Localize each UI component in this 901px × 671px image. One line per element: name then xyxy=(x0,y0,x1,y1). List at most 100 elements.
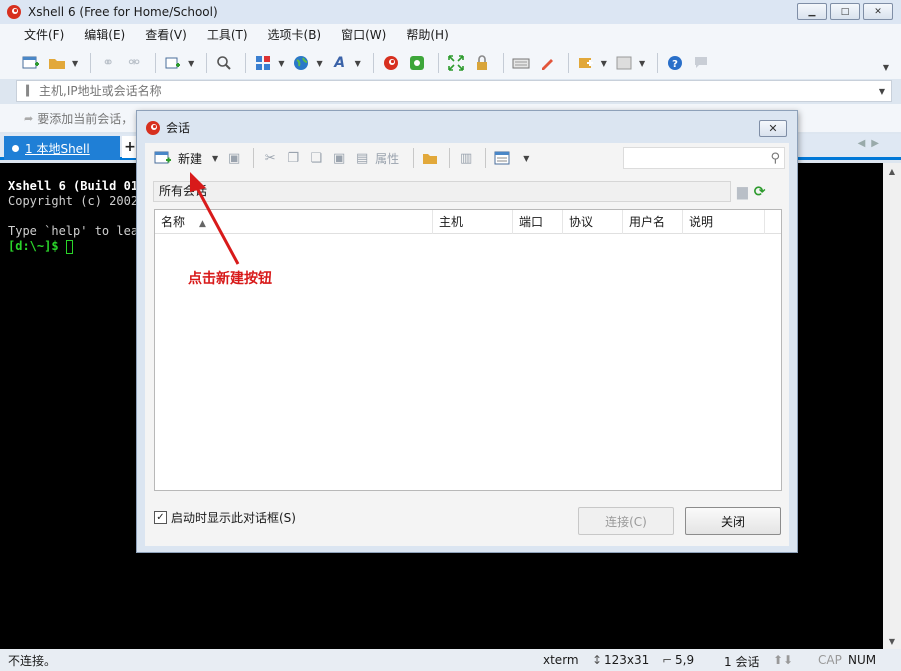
fullscreen-icon[interactable] xyxy=(445,52,467,74)
terminal-cursor xyxy=(65,239,73,254)
chevron-down-icon[interactable]: ▼ xyxy=(72,59,78,68)
column-port[interactable]: 端口 xyxy=(513,210,563,234)
terminal-size: 123x31 xyxy=(604,653,650,667)
column-protocol[interactable]: 协议 xyxy=(563,210,623,234)
toolbar-separator xyxy=(206,53,208,73)
menu-file[interactable]: 文件(F) xyxy=(14,24,74,47)
export-icon[interactable]: ▥ xyxy=(456,148,476,168)
caps-lock-status: CAP xyxy=(818,653,842,667)
terminal-scrollbar[interactable]: ▲ ▼ xyxy=(883,163,901,649)
chevron-down-icon[interactable]: ▼ xyxy=(316,59,322,68)
chevron-down-icon[interactable]: ▼ xyxy=(355,59,361,68)
column-username[interactable]: 用户名 xyxy=(623,210,683,234)
num-lock-status: NUM xyxy=(848,653,877,667)
toolbar-separator xyxy=(372,53,374,73)
sort-asc-icon: ▲ xyxy=(199,219,206,229)
properties-icon[interactable]: ▤ xyxy=(352,148,372,168)
window-title: Xshell 6 (Free for Home/School) xyxy=(28,5,218,19)
chevron-down-icon[interactable]: ▼ xyxy=(639,59,645,68)
folder-icon[interactable]: ▆ xyxy=(737,184,748,200)
view-mode-icon[interactable] xyxy=(492,148,512,168)
tab-local-shell[interactable]: 1 本地Shell xyxy=(4,136,120,160)
toolbar-separator xyxy=(155,53,157,73)
chat-icon[interactable] xyxy=(690,52,712,74)
scroll-up-icon[interactable]: ▲ xyxy=(883,163,901,179)
session-list[interactable]: 名称 ▲ 主机 端口 协议 用户名 说明 xyxy=(154,209,782,491)
new-session-icon[interactable] xyxy=(153,148,173,168)
chevron-down-icon[interactable]: ▼ xyxy=(879,87,885,96)
menu-edit[interactable]: 编辑(E) xyxy=(74,24,135,47)
paste-icon[interactable]: ❏ xyxy=(306,148,326,168)
tab-label: 1 本地Shell xyxy=(25,141,90,156)
checkbox-label: 启动时显示此对话框(S) xyxy=(171,511,296,525)
toolbar-separator xyxy=(449,148,451,168)
dialog-body: 新建 ▼ ▣ ✂ ❐ ❏ ▣ ▤ 属性 ▥ ▼ ⚲ 所有会话 ▆ ⟳ 名称 ▲ … xyxy=(145,143,789,546)
font-icon[interactable]: A xyxy=(329,52,351,74)
close-dialog-button[interactable]: 关闭 xyxy=(685,507,781,535)
toolbar-separator xyxy=(657,53,659,73)
cut-icon[interactable]: ✂ xyxy=(260,148,280,168)
menu-help[interactable]: 帮助(H) xyxy=(396,24,458,47)
properties-button[interactable]: 属性 xyxy=(375,150,399,167)
tab-nav-arrows[interactable]: ◀▶ xyxy=(858,138,885,149)
bookmark-icon: ➦ xyxy=(24,111,34,125)
toolbar-separator xyxy=(90,53,92,73)
column-name[interactable]: 名称 ▲ xyxy=(155,210,433,234)
toolbar-overflow-icon[interactable]: ▼ xyxy=(883,63,889,72)
lock-icon[interactable] xyxy=(471,52,493,74)
menu-tools[interactable]: 工具(T) xyxy=(197,24,258,47)
column-description[interactable]: 说明 xyxy=(683,210,765,234)
column-host[interactable]: 主机 xyxy=(433,210,513,234)
view-dropdown-icon[interactable]: ▼ xyxy=(523,154,529,163)
session-search-input[interactable]: ⚲ xyxy=(623,147,785,169)
new-tab-icon[interactable] xyxy=(575,52,597,74)
delete-icon[interactable]: ▣ xyxy=(329,148,349,168)
globe-icon[interactable] xyxy=(290,52,312,74)
checkbox-box[interactable]: ✓ xyxy=(154,511,167,524)
new-folder-icon[interactable] xyxy=(420,148,440,168)
help-icon[interactable]: ? xyxy=(664,52,686,74)
menu-view[interactable]: 查看(V) xyxy=(135,24,197,47)
close-button[interactable]: ✕ xyxy=(863,3,893,20)
xshell-icon[interactable] xyxy=(380,52,402,74)
copy-icon[interactable]: ❐ xyxy=(283,148,303,168)
toolbar-separator xyxy=(253,148,255,168)
tab-status-icon xyxy=(12,144,19,152)
window-icon[interactable] xyxy=(613,52,635,74)
hint-text: 要添加当前会话， xyxy=(37,111,134,126)
menu-window[interactable]: 窗口(W) xyxy=(331,24,396,47)
pen-icon[interactable] xyxy=(536,52,558,74)
new-session-icon[interactable] xyxy=(20,52,42,74)
show-on-startup-checkbox[interactable]: ✓ 启动时显示此对话框(S) xyxy=(154,509,296,526)
xftp-icon[interactable] xyxy=(406,52,428,74)
host-input[interactable] xyxy=(39,84,879,98)
toolbar-separator xyxy=(437,53,439,73)
new-dropdown-icon[interactable]: ▼ xyxy=(212,154,218,163)
cursor-pos-icon: ⌐ xyxy=(662,653,673,667)
menu-bar: 文件(F) 编辑(E) 查看(V) 工具(T) 选项卡(B) 窗口(W) 帮助(… xyxy=(0,24,901,47)
open-folder-icon[interactable] xyxy=(46,52,68,74)
scroll-arrows-icon: ⬆⬇ xyxy=(773,653,794,667)
chevron-down-icon[interactable]: ▼ xyxy=(188,59,194,68)
new-window-icon[interactable] xyxy=(162,52,184,74)
maximize-button[interactable]: □ xyxy=(830,3,860,20)
dialog-close-button[interactable]: ✕ xyxy=(759,120,787,137)
search-icon[interactable] xyxy=(213,52,235,74)
annotation-text: 点击新建按钮 xyxy=(188,271,272,287)
toolbar-separator xyxy=(413,148,415,168)
session-properties-icon[interactable]: ▣ xyxy=(224,148,244,168)
refresh-icon[interactable]: ⟳ xyxy=(754,184,766,200)
svg-text:?: ? xyxy=(672,59,678,70)
minimize-button[interactable]: ▁ xyxy=(797,3,827,20)
keyboard-icon[interactable] xyxy=(510,52,532,74)
connect-button[interactable]: 连接(C) xyxy=(578,507,674,535)
chevron-down-icon[interactable]: ▼ xyxy=(278,59,284,68)
menu-tabs[interactable]: 选项卡(B) xyxy=(258,24,332,47)
scroll-down-icon[interactable]: ▼ xyxy=(883,633,901,649)
layout-icon[interactable] xyxy=(252,52,274,74)
new-button[interactable]: 新建 xyxy=(178,150,202,167)
chevron-down-icon[interactable]: ▼ xyxy=(601,59,607,68)
link-icon[interactable]: ⚭ xyxy=(97,52,119,74)
unlink-icon[interactable]: ⚮ xyxy=(123,52,145,74)
session-list-header: 名称 ▲ 主机 端口 协议 用户名 说明 xyxy=(155,210,781,234)
